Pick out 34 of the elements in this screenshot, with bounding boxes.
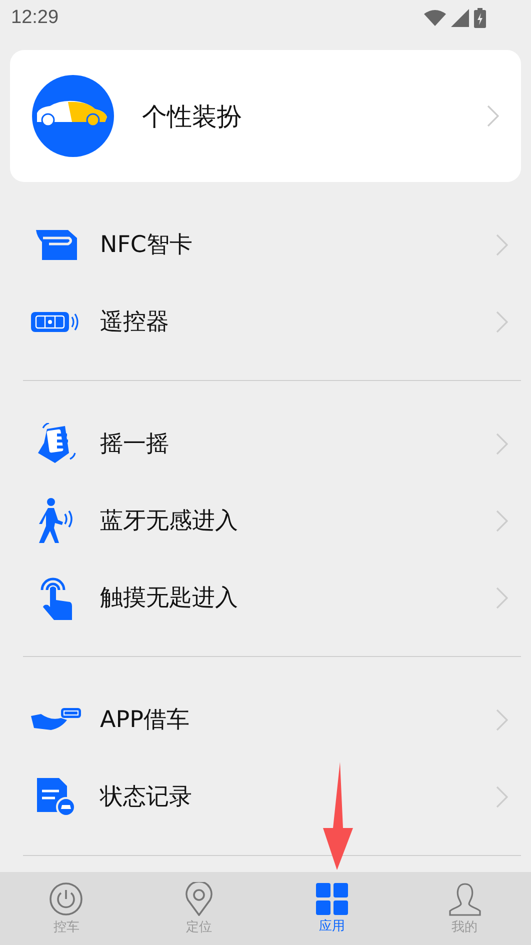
chevron-right-icon	[496, 510, 508, 532]
chevron-right-icon	[496, 234, 508, 256]
car-avatar-icon	[32, 75, 114, 157]
menu-item[interactable]: 触摸无匙进入	[0, 559, 531, 636]
power-icon	[49, 882, 84, 916]
menu-item-label: 触摸无匙进入	[100, 584, 239, 613]
grid-icon	[316, 882, 348, 914]
menu-item-label: 蓝牙无感进入	[100, 507, 239, 536]
chevron-right-icon	[496, 786, 508, 808]
chevron-right-icon	[496, 708, 508, 730]
profile-card-label: 个性装扮	[142, 100, 243, 132]
chevron-right-icon	[496, 586, 508, 608]
menu-item[interactable]: 蓝牙无感进入	[0, 482, 531, 559]
battery-icon	[474, 8, 486, 28]
signal-icon	[451, 9, 469, 27]
chevron-right-icon	[487, 105, 499, 127]
menu-item-label: APP借车	[100, 706, 190, 735]
menu-item-label: 遥控器	[100, 308, 170, 337]
status-time: 12:29	[11, 7, 59, 29]
menu-item[interactable]: 摇一摇	[0, 405, 531, 482]
menu-item[interactable]: 遥控器	[0, 283, 531, 360]
menu-item[interactable]: NFC智卡	[0, 206, 531, 283]
location-pin-icon	[185, 882, 214, 916]
person-icon	[448, 882, 482, 916]
menu-item-label: 摇一摇	[100, 430, 170, 459]
tab[interactable]: 应用	[266, 872, 398, 945]
chevron-right-icon	[496, 310, 508, 332]
hand-key-icon	[30, 708, 82, 732]
profile-card[interactable]: 个性装扮	[10, 50, 521, 182]
menu-item-label: 状态记录	[100, 783, 193, 812]
chevron-right-icon	[496, 432, 508, 454]
wifi-icon	[424, 10, 446, 26]
menu-item-label: NFC智卡	[100, 231, 194, 260]
menu-item[interactable]: APP借车	[0, 681, 531, 758]
